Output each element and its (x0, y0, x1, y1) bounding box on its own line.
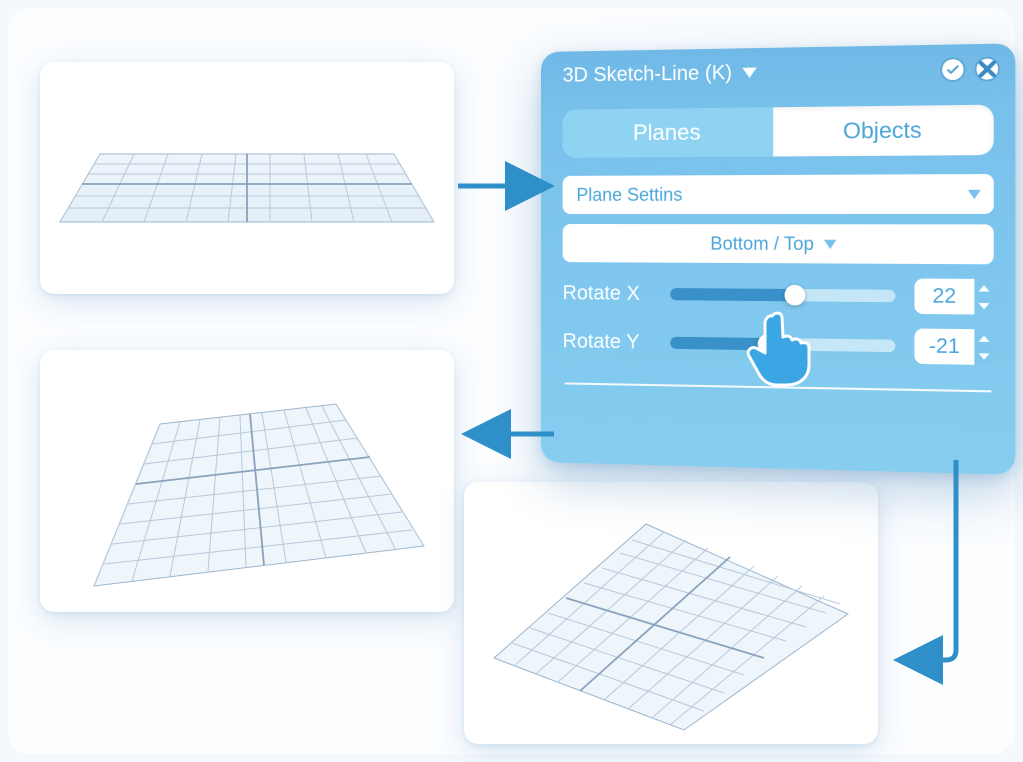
panel-divider (565, 382, 992, 392)
chevron-up-icon (979, 335, 990, 341)
flow-arrow-a-to-panel (454, 166, 564, 206)
rotate-x-stepper[interactable]: 22 (914, 278, 993, 314)
chevron-down-icon[interactable] (742, 68, 756, 78)
rotate-x-decrement[interactable] (974, 297, 993, 315)
plane-settings-label: Plane Settins (576, 184, 682, 205)
rotate-y-decrement[interactable] (974, 347, 993, 365)
close-button[interactable] (974, 56, 1000, 82)
rotate-x-label: Rotate X (563, 282, 652, 306)
rotate-x-increment[interactable] (974, 279, 993, 297)
rotate-y-slider[interactable] (670, 331, 895, 359)
panel-header: 3D Sketch-Line (K) (541, 43, 1015, 100)
confirm-button[interactable] (940, 57, 966, 82)
chevron-up-icon (979, 285, 990, 291)
panel-title: 3D Sketch-Line (K) (563, 61, 732, 87)
preview-card-rotated-xy (464, 482, 878, 744)
plane-select-dropdown[interactable]: Bottom / Top (563, 224, 994, 264)
rotate-x-value: 22 (914, 278, 974, 314)
rotate-y-value: -21 (914, 328, 974, 364)
grid-plane-rotated-xy-icon (464, 482, 878, 744)
flow-arrow-panel-to-c (878, 454, 978, 684)
chevron-down-icon (968, 189, 981, 198)
check-icon (945, 62, 960, 77)
tab-objects-label: Objects (843, 117, 922, 145)
diagram-canvas: 3D Sketch-Line (K) Planes (8, 8, 1015, 754)
settings-panel: 3D Sketch-Line (K) Planes (541, 43, 1015, 475)
plane-select-value: Bottom / Top (710, 233, 814, 255)
tab-planes-label: Planes (633, 119, 701, 146)
tab-objects[interactable]: Objects (773, 105, 994, 157)
preview-card-default (40, 62, 454, 294)
rotate-y-row: Rotate Y -21 (563, 324, 994, 365)
plane-settings-dropdown[interactable]: Plane Settins (563, 174, 994, 214)
settings-panel-wrap: 3D Sketch-Line (K) Planes (541, 52, 1001, 462)
flow-arrow-panel-to-b (454, 414, 564, 454)
chevron-down-icon (824, 239, 837, 248)
tab-planes[interactable]: Planes (563, 107, 774, 158)
close-icon (974, 56, 1000, 82)
rotate-y-stepper[interactable]: -21 (914, 328, 993, 365)
rotate-x-slider[interactable] (670, 282, 895, 309)
tab-bar: Planes Objects (563, 105, 994, 158)
chevron-down-icon (979, 353, 990, 359)
rotate-y-increment[interactable] (974, 329, 993, 347)
rotate-y-label: Rotate Y (563, 330, 652, 354)
grid-plane-rotated-x-icon (40, 350, 454, 612)
grid-plane-default-icon (40, 62, 454, 294)
rotate-x-row: Rotate X 22 (563, 276, 994, 315)
chevron-down-icon (979, 302, 990, 308)
preview-card-rotated-x (40, 350, 454, 612)
